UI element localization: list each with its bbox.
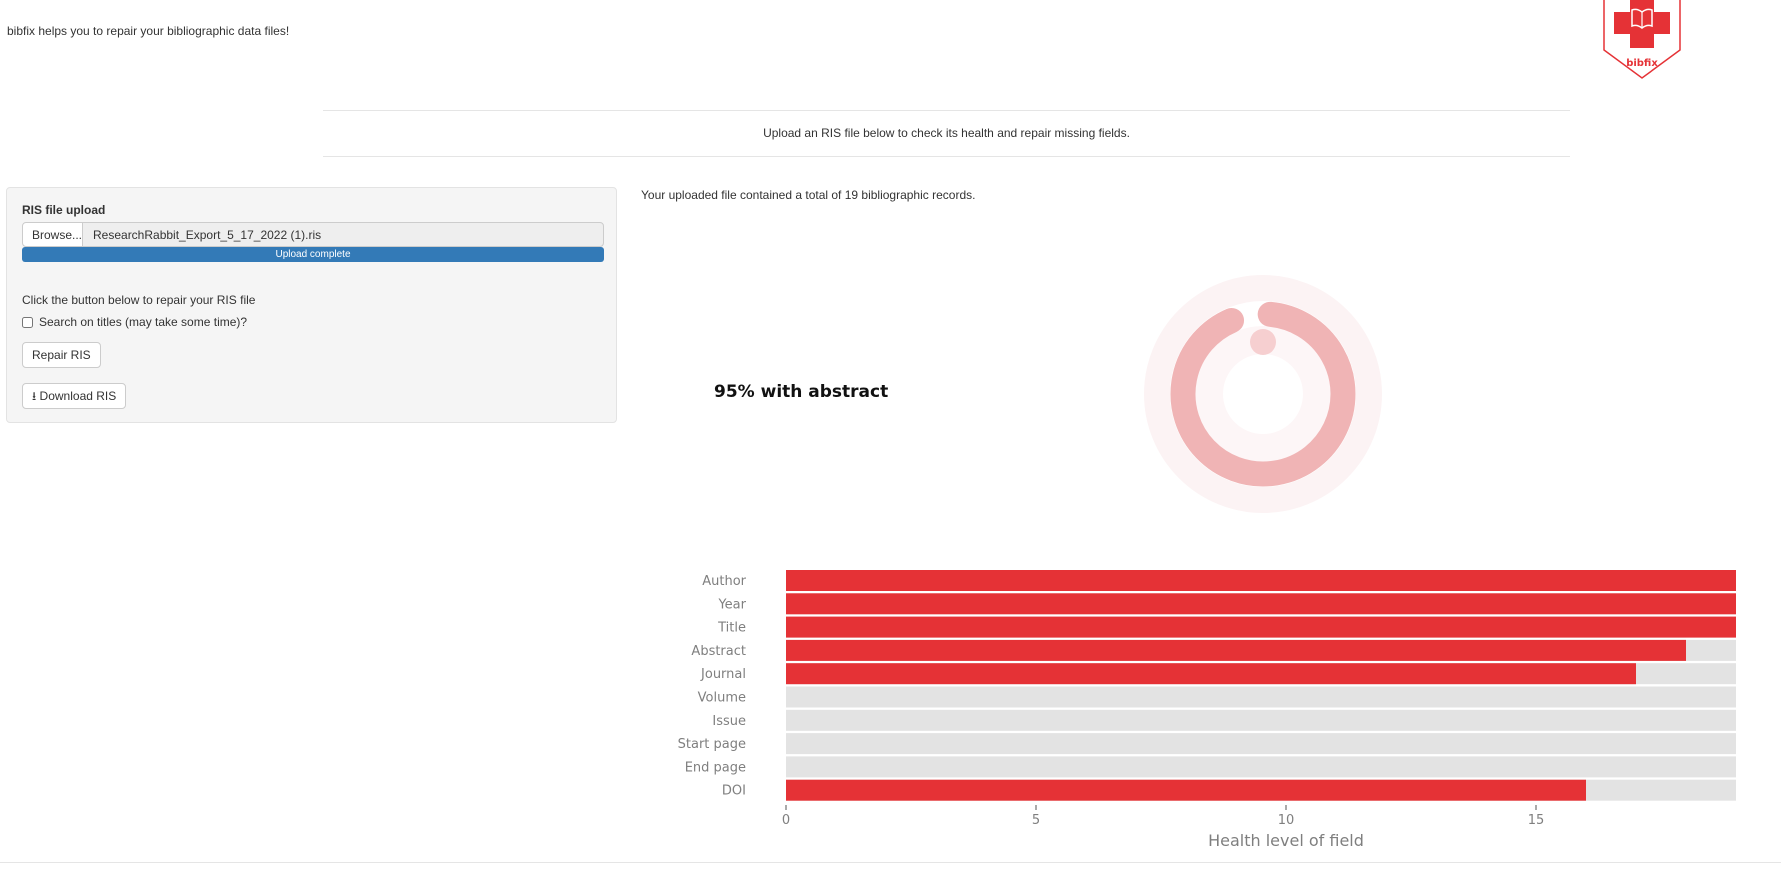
divider-bottom [323,156,1570,157]
category-label: Author [702,574,746,589]
x-axis-title: Health level of field [1208,831,1364,850]
repair-prompt: Click the button below to repair your RI… [22,293,256,307]
bar-doi [786,779,1586,801]
x-tick-label: 0 [782,813,790,828]
bar-abstract [786,639,1686,661]
svg-text:bibfix: bibfix [1626,58,1658,69]
download-icon: ⭳ [32,389,37,403]
repair-ris-button[interactable]: Repair RIS [22,342,101,368]
donut-center [1223,354,1303,434]
download-label: Download RIS [39,389,117,403]
bar-year [786,593,1736,615]
category-label: Year [717,597,746,612]
category-label: Issue [712,714,746,729]
donut-dot [1250,329,1276,355]
abstract-percent-label: 95% with abstract [714,382,889,402]
search-titles-option[interactable]: Search on titles (may take some time)? [22,315,247,329]
browse-button[interactable]: Browse... [22,222,83,247]
bar-background [786,756,1736,778]
bar-background [786,733,1736,755]
instructions: Upload an RIS file below to check its he… [763,126,1130,140]
x-tick-label: 15 [1528,813,1545,828]
bar-title [786,616,1736,638]
upload-label: RIS file upload [22,203,106,217]
bibfix-logo: bibfix [1603,0,1681,79]
bar-journal [786,663,1636,685]
x-tick-label: 5 [1032,813,1040,828]
category-label: Journal [700,667,746,682]
category-label: End page [685,760,746,775]
search-titles-label: Search on titles (may take some time)? [39,315,248,329]
divider-top [323,110,1570,111]
category-label: Abstract [691,644,746,659]
download-ris-button[interactable]: ⭳ Download RIS [22,383,127,409]
category-label: Title [717,621,746,636]
search-titles-checkbox[interactable] [22,316,33,328]
x-tick-label: 10 [1278,813,1295,828]
category-label: Volume [698,691,746,706]
upload-progress-bar: Upload complete [22,247,604,262]
health-bar-chart: Author Year Title Abstract Journal Volume Issu… [678,570,1736,850]
abstract-donut [1144,275,1382,513]
tagline: bibfix helps you to repair your bibliogr… [7,24,290,38]
bar-author [786,570,1736,591]
upload-panel: RIS file upload Browse... ResearchRabbit… [6,187,617,423]
records-summary: Your uploaded file contained a total of … [641,188,976,202]
category-label: Start page [678,737,746,752]
category-label: DOI [722,784,746,799]
bar-background [786,686,1736,708]
file-name-field[interactable]: ResearchRabbit_Export_5_17_2022 (1).ris [82,222,604,247]
footer-divider [0,862,1781,863]
bar-background [786,709,1736,731]
